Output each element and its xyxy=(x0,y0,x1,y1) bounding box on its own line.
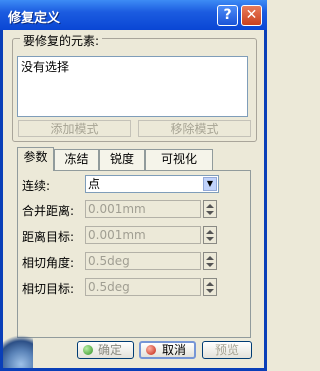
tangent-target-label: 相切目标: xyxy=(22,282,75,296)
window-title: 修复定义 xyxy=(8,11,61,26)
title-bar[interactable]: 修复定义 ? ✕ xyxy=(0,0,267,30)
tab-parameters[interactable]: 参数 xyxy=(17,147,54,171)
tangent-angle-spinner-icon xyxy=(203,252,217,270)
continuity-label: 连续: xyxy=(22,179,51,193)
ok-button[interactable]: 确定 xyxy=(77,341,134,359)
preview-button[interactable]: 预览 xyxy=(202,341,252,359)
app-logo-icon xyxy=(3,330,33,368)
tangent-target-input: 0.5deg xyxy=(85,278,201,296)
merge-distance-label: 合并距离: xyxy=(22,204,75,218)
tab-sharpness[interactable]: 锐度 xyxy=(99,149,145,170)
distance-target-label: 距离目标: xyxy=(22,230,75,244)
elements-group-label: 要修复的元素: xyxy=(20,32,103,49)
ok-icon xyxy=(83,345,93,355)
continuity-select[interactable]: 点 ▼ xyxy=(85,175,219,193)
elements-listbox[interactable]: 没有选择 xyxy=(17,56,248,117)
merge-distance-input: 0.001mm xyxy=(85,200,201,218)
continuity-value: 点 xyxy=(88,177,101,191)
distance-target-input: 0.001mm xyxy=(85,226,201,244)
ok-label: 确定 xyxy=(98,343,123,357)
repair-definition-dialog: 修复定义 ? ✕ 要修复的元素: 没有选择 添加模式 移除模式 参数 冻结 锐度… xyxy=(0,0,267,371)
cancel-button[interactable]: 取消 xyxy=(139,341,196,359)
distance-target-spinner-icon xyxy=(203,226,217,244)
tangent-target-spinner-icon xyxy=(203,278,217,296)
cancel-label: 取消 xyxy=(162,343,187,357)
close-icon[interactable]: ✕ xyxy=(241,5,262,26)
tangent-angle-label: 相切角度: xyxy=(22,256,75,270)
list-item[interactable]: 没有选择 xyxy=(21,58,244,75)
dialog-body: 要修复的元素: 没有选择 添加模式 移除模式 参数 冻结 锐度 可视化 连续: … xyxy=(3,30,264,368)
help-icon[interactable]: ? xyxy=(217,5,238,26)
tab-visualization[interactable]: 可视化 xyxy=(145,149,213,170)
add-mode-button[interactable]: 添加模式 xyxy=(18,120,131,137)
tab-freeze[interactable]: 冻结 xyxy=(54,149,99,170)
remove-mode-button[interactable]: 移除模式 xyxy=(138,120,251,137)
cancel-icon xyxy=(146,345,156,355)
merge-distance-spinner-icon xyxy=(203,200,217,218)
parameters-panel: 连续: 点 ▼ 合并距离: 0.001mm 距离目标: 0.001mm 相切角度… xyxy=(17,170,251,338)
tangent-angle-input: 0.5deg xyxy=(85,252,201,270)
dropdown-arrow-icon[interactable]: ▼ xyxy=(203,177,217,191)
